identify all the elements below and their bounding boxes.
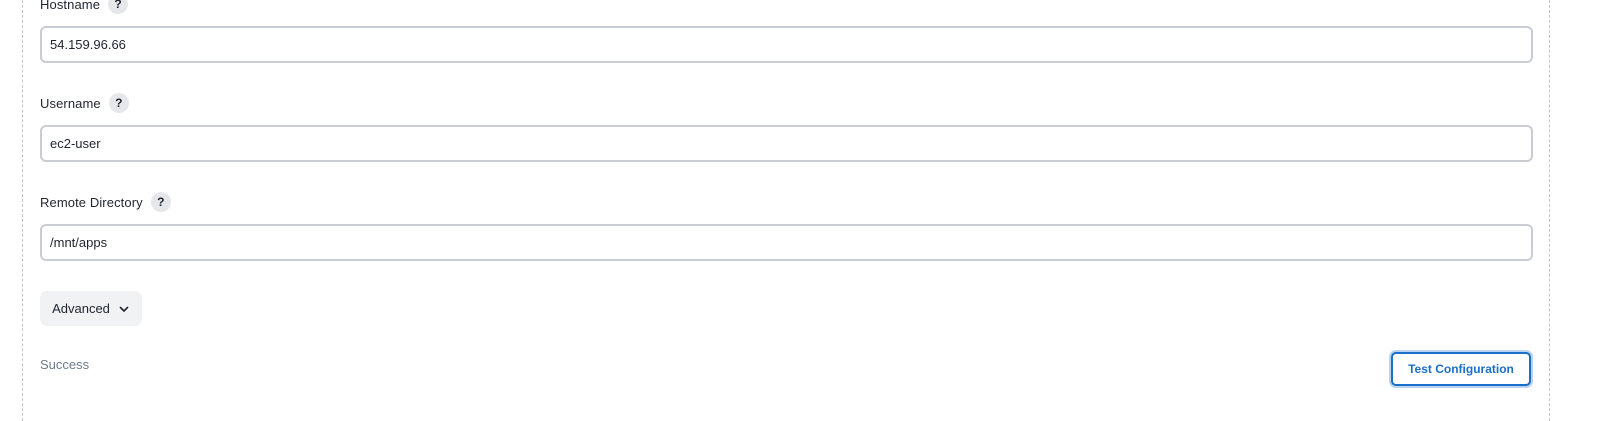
remote-directory-label-row: Remote Directory ? <box>40 192 171 212</box>
username-label-row: Username ? <box>40 93 129 113</box>
advanced-toggle-button[interactable]: Advanced <box>40 291 142 326</box>
chevron-down-icon <box>119 306 129 312</box>
username-input[interactable] <box>40 125 1533 162</box>
advanced-label: Advanced <box>52 301 110 316</box>
hostname-label: Hostname <box>40 0 101 12</box>
status-message: Success <box>40 357 90 372</box>
ssh-server-config-panel: Hostname ? Username ? Remote Directory ?… <box>22 0 1550 421</box>
username-label: Username <box>40 95 101 111</box>
test-configuration-button[interactable]: Test Configuration <box>1391 352 1531 386</box>
username-help-icon[interactable]: ? <box>108 93 129 113</box>
remote-directory-input[interactable] <box>40 224 1533 261</box>
remote-directory-help-icon[interactable]: ? <box>150 192 171 212</box>
hostname-help-icon[interactable]: ? <box>108 0 129 14</box>
remote-directory-label: Remote Directory <box>40 194 143 210</box>
hostname-label-row: Hostname ? <box>40 0 129 14</box>
hostname-input[interactable] <box>40 26 1533 63</box>
